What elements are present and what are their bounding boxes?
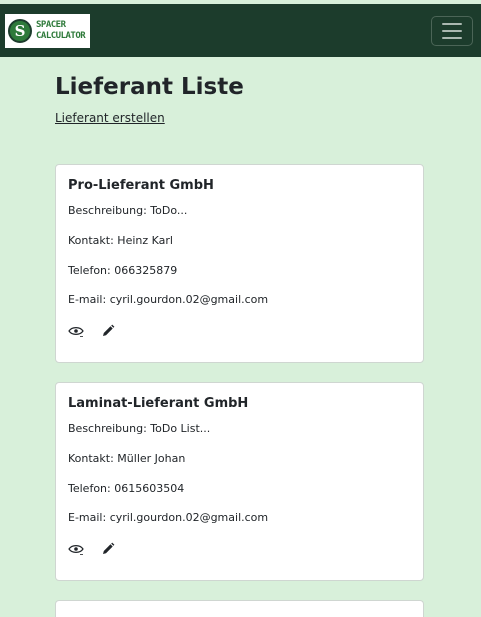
navbar: S SPACER CALCULATOR [0,4,481,57]
supplier-phone: Telefon: 066325879 [68,264,178,277]
supplier-email: E-mail: cyril.gourdon.02@gmail.com [68,293,269,306]
menu-toggle-button[interactable] [431,16,473,46]
supplier-description: Beschreibung: ToDo... [68,204,188,217]
create-supplier-link[interactable]: Lieferant erstellen [55,111,165,125]
hamburger-icon-bar [442,30,462,32]
app-logo[interactable]: S SPACER CALCULATOR [5,14,90,48]
hamburger-icon [442,23,462,25]
eye-icon[interactable] [68,542,84,556]
logo-badge: S [8,19,32,43]
logo-text: SPACER CALCULATOR [36,20,86,42]
eye-icon[interactable] [68,324,84,338]
pencil-icon[interactable] [100,324,116,338]
supplier-email: E-mail: cyril.gourdon.02@gmail.com [68,511,269,524]
supplier-card-partial [55,600,424,617]
supplier-actions [68,324,116,338]
supplier-card: Laminat-Lieferant GmbH Beschreibung: ToD… [55,382,424,581]
logo-text-line2: CALCULATOR [36,31,86,41]
supplier-actions [68,542,116,556]
supplier-contact: Kontakt: Müller Johan [68,452,186,465]
supplier-name: Laminat-Lieferant GmbH [68,396,249,411]
supplier-card: Pro-Lieferant GmbH Beschreibung: ToDo...… [55,164,424,363]
page-title: Lieferant Liste [55,74,244,100]
logo-text-line1: SPACER [36,20,66,30]
supplier-name: Pro-Lieferant GmbH [68,178,214,193]
supplier-description: Beschreibung: ToDo List... [68,422,211,435]
supplier-contact: Kontakt: Heinz Karl [68,234,173,247]
pencil-icon[interactable] [100,542,116,556]
supplier-phone: Telefon: 0615603504 [68,482,185,495]
hamburger-icon-bar [442,37,462,39]
